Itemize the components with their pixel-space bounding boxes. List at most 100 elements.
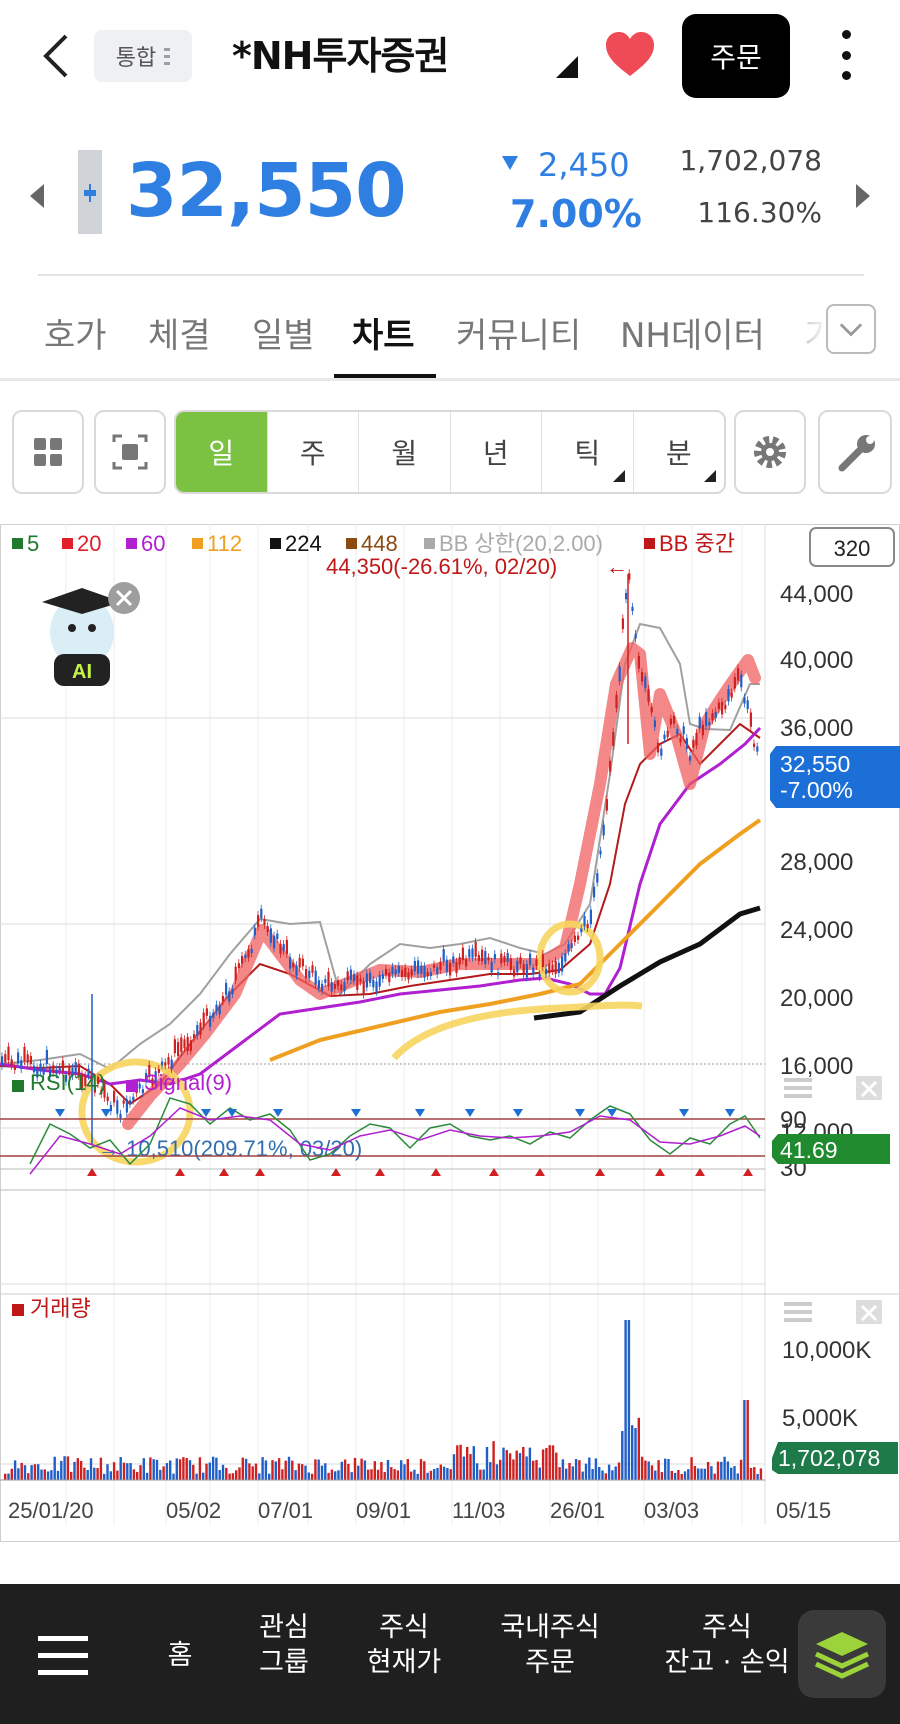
price-axis-label: 36,000 <box>780 715 853 742</box>
back-arrow-icon[interactable] <box>38 30 78 82</box>
chevron-down-icon[interactable] <box>826 304 876 354</box>
current-price-tag: 32,550 -7.00% <box>770 746 900 808</box>
price-change-percent: 7.00% <box>510 192 642 236</box>
nav-domestic-order[interactable]: 국내주식 주문 <box>480 1610 620 1680</box>
nav-balance[interactable]: 주식 잔고 · 손익 <box>640 1610 814 1680</box>
divider <box>0 378 900 381</box>
more-menu-icon[interactable] <box>838 30 854 80</box>
ma-legend: 5 20 60 112 224 448 BB 상한(20,2.00) BB 중간 <box>12 531 735 556</box>
volume-value: 1,702,078 <box>778 1445 880 1471</box>
period-minute[interactable]: 분 <box>634 412 725 492</box>
legend-swatch <box>644 538 655 549</box>
volume-bars <box>4 1320 763 1480</box>
date-label: 03/03 <box>644 1498 699 1523</box>
tab-trades[interactable]: 체결 <box>148 308 211 357</box>
period-tick-label: 틱 <box>574 437 601 470</box>
price-change: 2,450 <box>538 146 630 184</box>
tab-chart[interactable]: 차트 <box>352 308 415 357</box>
legend-swatch <box>62 538 73 549</box>
date-axis: 25/01/20 05/02 07/01 09/01 11/03 26/01 0… <box>8 1498 831 1523</box>
layers-button[interactable] <box>798 1610 886 1698</box>
rsi-value: 41.69 <box>780 1137 838 1163</box>
volume-ratio: 116.30% <box>697 196 822 229</box>
ai-assistant-button[interactable]: AI <box>42 582 140 686</box>
period-minute-label: 분 <box>665 437 692 470</box>
rsi-axis-label: 90 <box>780 1107 807 1134</box>
high-arrow-icon: ← <box>606 554 628 579</box>
order-button[interactable]: 주문 <box>682 14 790 98</box>
wrench-icon <box>838 435 875 472</box>
layers-icon <box>814 1632 870 1679</box>
layout-grid-button[interactable] <box>12 410 84 494</box>
divider <box>38 274 864 276</box>
favorite-heart-icon[interactable] <box>604 30 656 78</box>
date-label: 05/15 <box>776 1498 831 1523</box>
stock-name[interactable]: *NH투자증권 <box>232 30 449 82</box>
tab-daily[interactable]: 일별 <box>252 308 315 357</box>
legend-swatch <box>270 538 281 549</box>
price-axis-label: 20,000 <box>780 985 853 1012</box>
down-triangle-icon <box>502 156 518 170</box>
nav-home[interactable]: 홈 <box>140 1638 220 1673</box>
signal-legend: Signal(9) <box>144 1070 232 1095</box>
price-axis-label: 28,000 <box>780 849 853 876</box>
low-annotation-text: 10,510(209.71%, 03/20) <box>126 1136 362 1161</box>
date-label: 09/01 <box>356 1498 411 1523</box>
tools-button[interactable] <box>818 410 892 494</box>
nav-watchlist[interactable]: 관심 그룹 <box>234 1610 334 1680</box>
drawn-trend-line <box>122 642 761 1130</box>
price-axis: 44,000 40,000 36,000 28,000 24,000 20,000 16,0… <box>780 581 853 1146</box>
rsi-legend: RSI(14) <box>30 1070 106 1095</box>
trade-volume: 1,702,078 <box>679 144 822 177</box>
legend-label: 20 <box>77 531 101 556</box>
market-badge-label: 통합 <box>115 46 157 71</box>
period-tick[interactable]: 틱 <box>542 412 634 492</box>
high-annotation: 44,350(-26.61%, 02/20) <box>326 554 557 579</box>
legend-label: BB 중간 <box>659 531 735 556</box>
price-axis-label: 40,000 <box>780 647 853 674</box>
current-price: 32,550 <box>126 148 407 234</box>
date-label: 26/01 <box>550 1498 605 1523</box>
period-month[interactable]: 월 <box>359 412 451 492</box>
volume-panel-controls[interactable] <box>784 1300 882 1324</box>
volume-legend-swatch <box>12 1304 24 1316</box>
legend-label: 60 <box>141 531 165 556</box>
period-year[interactable]: 년 <box>451 412 542 492</box>
settings-button[interactable] <box>734 410 806 494</box>
count-box-label: 320 <box>834 536 871 561</box>
gear-icon <box>754 436 786 468</box>
rsi-value-tag: 41.69 <box>772 1134 890 1164</box>
price-axis-label: 16,000 <box>780 1053 853 1080</box>
app-header: 통합 *NH투자증권 주문 <box>0 0 900 115</box>
legend-swatch <box>424 538 435 549</box>
stock-dropdown-icon[interactable] <box>556 56 578 78</box>
next-stock-icon[interactable] <box>856 184 870 208</box>
market-badge[interactable]: 통합 <box>94 30 192 82</box>
candle-indicator-icon <box>78 150 102 234</box>
fullscreen-button[interactable] <box>94 410 166 494</box>
current-price-tag-pct: -7.00% <box>780 777 853 803</box>
tab-community[interactable]: 커뮤니티 <box>456 308 581 357</box>
price-axis-label: 24,000 <box>780 917 853 944</box>
period-day[interactable]: 일 <box>176 412 268 492</box>
period-selector: 일 주 월 년 틱 분 <box>174 410 726 494</box>
period-week[interactable]: 주 <box>268 412 359 492</box>
volume-axis-5000k: 5,000K <box>782 1405 858 1432</box>
legend-label: BB 상한(20,2.00) <box>439 531 603 556</box>
tab-nh-data[interactable]: NH데이터 <box>620 308 765 357</box>
hamburger-menu-icon[interactable] <box>36 1632 92 1680</box>
stock-chart[interactable]: 5 20 60 112 224 448 BB 상한(20,2.00) BB 중간 320 44… <box>0 524 900 1542</box>
rsi-legend-swatch <box>12 1080 24 1092</box>
volume-legend: 거래량 <box>30 1296 91 1321</box>
fullscreen-icon <box>112 434 148 470</box>
drag-handle-icon <box>164 47 171 65</box>
date-label: 11/03 <box>452 1498 505 1523</box>
legend-swatch <box>346 538 357 549</box>
prev-stock-icon[interactable] <box>30 184 44 208</box>
legend-label: 224 <box>285 531 322 556</box>
tab-orderbook[interactable]: 호가 <box>44 308 107 357</box>
signal-legend-swatch <box>126 1080 138 1092</box>
legend-label: 448 <box>361 531 398 556</box>
legend-swatch <box>126 538 137 549</box>
nav-stock-price[interactable]: 주식 현재가 <box>344 1610 464 1680</box>
